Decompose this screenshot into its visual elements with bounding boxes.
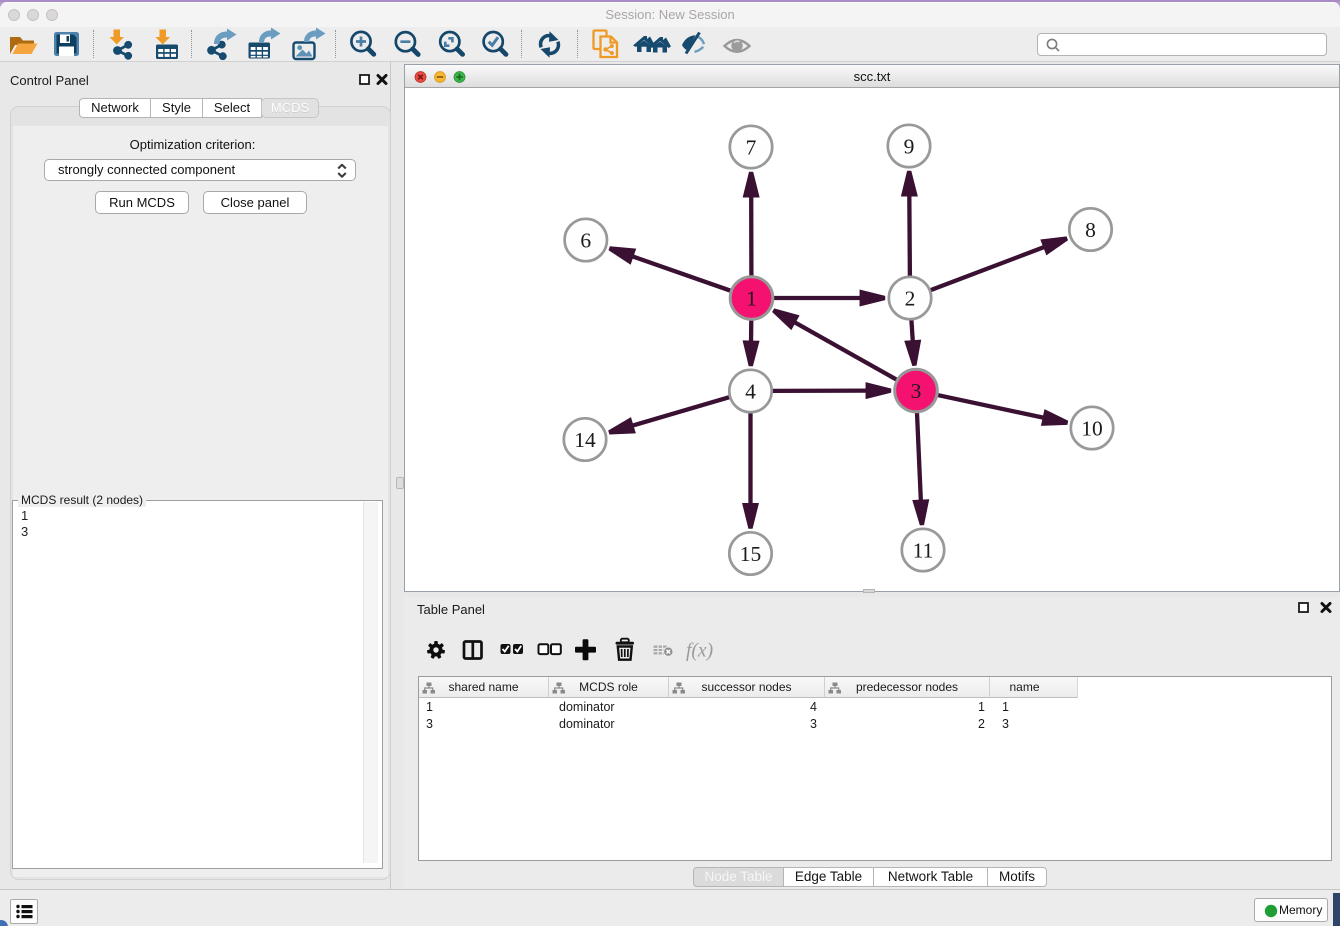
svg-text:9: 9	[904, 134, 915, 158]
svg-text:10: 10	[1081, 416, 1103, 440]
svg-text:6: 6	[580, 228, 591, 252]
svg-text:14: 14	[574, 428, 596, 452]
svg-text:2: 2	[905, 286, 916, 310]
svg-text:1: 1	[746, 286, 757, 310]
svg-text:15: 15	[740, 542, 762, 566]
svg-text:8: 8	[1085, 218, 1096, 242]
svg-text:11: 11	[913, 538, 934, 562]
svg-text:7: 7	[746, 135, 757, 159]
svg-text:3: 3	[911, 379, 922, 403]
svg-text:f(x): f(x)	[686, 641, 713, 662]
svg-text:4: 4	[745, 379, 756, 403]
